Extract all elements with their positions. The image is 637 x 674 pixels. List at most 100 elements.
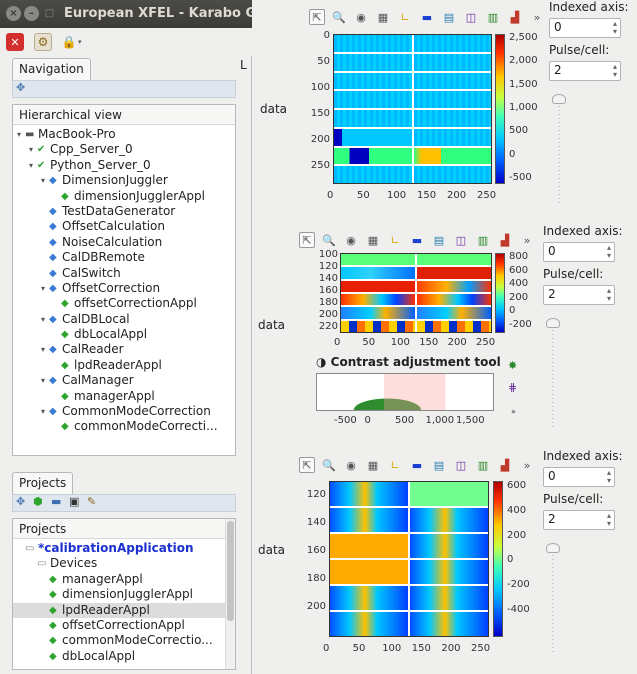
expand-arrow-icon[interactable]: ▾ [41,342,45,357]
lock-icon[interactable]: 🔒 [60,33,78,51]
pointer-icon[interactable]: ⇱ [299,457,315,473]
tree-item[interactable]: ▭ *calibrationApplication [13,541,235,556]
expand-arrow-icon[interactable]: ▾ [29,158,33,173]
pulse-cell-spinbox[interactable]: 2 ▴ ▾ [543,510,615,530]
open-project-icon[interactable]: ⬢ [33,495,43,508]
roi-tool-icon[interactable]: ▟ [507,9,523,25]
expand-arrow-icon[interactable]: ▾ [41,404,45,419]
detector-image-1[interactable] [333,34,492,184]
tree-item[interactable]: ◆ dimensionJugglerAppl [13,587,235,602]
axes-icon[interactable]: ∟ [387,457,403,473]
pointer-icon[interactable]: ⇱ [299,232,315,248]
navigation-filter-bar[interactable]: ✥ [12,80,236,98]
detector-image-3[interactable] [329,481,489,637]
tree-item[interactable]: ◆ NoiseCalculation [13,235,235,250]
hidden-tab-edge[interactable]: L [240,58,247,72]
expand-arrow-icon[interactable]: ▾ [41,281,45,296]
tree-item[interactable]: ◆ commonModeCorrecti... [13,419,235,434]
projects-scroll-thumb[interactable] [227,521,234,621]
expand-arrow-icon[interactable]: ▾ [17,127,21,142]
move-icon[interactable]: ✥ [16,81,25,94]
histogram-icon[interactable]: ▥ [475,457,491,473]
colorbar-2[interactable] [495,253,505,333]
tree-item[interactable]: ▾ ◆ CalDBLocal [13,312,235,327]
tree-item[interactable]: ◆ offsetCorrectionAppl [13,296,235,311]
spinner-arrows-icon[interactable]: ▴ ▾ [613,20,617,36]
roi-icon[interactable]: ◉ [353,9,369,25]
tab-projects[interactable]: Projects [12,472,74,494]
colormap-icon[interactable]: ▬ [409,457,425,473]
close-red-icon[interactable]: ✕ [6,33,24,51]
roi-tool-icon[interactable]: ⋕ [508,381,517,394]
zoom-icon[interactable]: 🔍 [321,457,337,473]
aux-plot-icon[interactable]: ◫ [453,457,469,473]
tab-navigation[interactable]: Navigation [12,58,91,80]
zoom-icon[interactable]: 🔍 [321,232,337,248]
zoom-icon[interactable]: 🔍 [331,9,347,25]
axes-icon[interactable]: ∟ [397,9,413,25]
axes-icon[interactable]: ∟ [387,232,403,248]
histogram-icon[interactable]: ▥ [475,232,491,248]
grid-icon[interactable]: ▦ [365,232,381,248]
window-close-button[interactable]: × [6,6,21,21]
pulse-cell-spinbox[interactable]: 2 ▴ ▾ [549,61,621,81]
pointer-icon[interactable]: ⇱ [309,9,325,25]
tree-item[interactable]: ▾ ◆ CalManager [13,373,235,388]
roi-tool-icon[interactable]: ▟ [497,457,513,473]
tree-item[interactable]: ▾ ◆ OffsetCorrection [13,281,235,296]
tree-item[interactable]: ◆ CalSwitch [13,266,235,281]
expand-arrow-icon[interactable]: ▾ [41,173,45,188]
expand-arrow-icon[interactable]: ▾ [41,373,45,388]
tree-item[interactable]: ◆ CalDBRemote [13,250,235,265]
projects-scrollbar[interactable] [225,519,235,669]
tree-item[interactable]: ◆ commonModeCorrectio... [13,633,235,648]
more-icon[interactable]: » [519,457,535,473]
export-icon[interactable]: ▤ [431,232,447,248]
export-icon[interactable]: ▤ [441,9,457,25]
tree-item[interactable]: ▾ ✔ Python_Server_0 [13,158,235,173]
spinner-arrows-icon[interactable]: ▴ ▾ [607,287,611,303]
roi-tool-icon[interactable]: ▟ [497,232,513,248]
pulse-slider-1[interactable] [549,94,569,204]
tree-item[interactable]: ◆ TestDataGenerator [13,204,235,219]
slider-handle[interactable] [546,543,560,553]
more-icon[interactable]: » [529,9,545,25]
pulse-slider-2[interactable] [543,318,563,430]
tree-item[interactable]: ▾ ▬ MacBook-Pro [13,127,235,142]
spinner-arrows-icon[interactable]: ▴ ▾ [607,512,611,528]
tree-item[interactable]: ▾ ✔ Cpp_Server_0 [13,142,235,157]
grid-icon[interactable]: ▦ [365,457,381,473]
expand-arrow-icon[interactable]: ▾ [29,142,33,157]
save-as-icon[interactable]: ▣ [69,495,79,508]
tree-item[interactable]: ◆ dimensionJugglerAppl [13,189,235,204]
tree-item[interactable]: ▾ ◆ DimensionJuggler [13,173,235,188]
tree-item[interactable]: ▭ Devices [13,556,235,571]
detector-image-2[interactable] [340,253,492,333]
tree-item[interactable]: ◆ OffsetCalculation [13,219,235,234]
histogram-tool-icon[interactable]: ✸ [508,359,517,372]
tree-item[interactable]: ▾ ◆ CommonModeCorrection [13,404,235,419]
tree-item[interactable]: ◆ lpdReaderAppl [13,602,235,618]
tree-item[interactable]: ◆ lpdReaderAppl [13,358,235,373]
colorbar-1[interactable] [495,34,505,184]
roi-icon[interactable]: ◉ [343,232,359,248]
tree-item[interactable]: ◆ managerAppl [13,572,235,587]
new-project-icon[interactable]: ✥ [16,495,25,508]
tree-item[interactable]: ◆ dbLocalAppl [13,649,235,664]
save-icon[interactable]: ▬ [51,495,61,508]
colormap-icon[interactable]: ▬ [419,9,435,25]
gears-icon[interactable]: ⚙ [34,33,52,51]
tree-item[interactable]: ▾ ◆ CalReader [13,342,235,357]
export-icon[interactable]: ▤ [431,457,447,473]
more-icon[interactable]: » [519,232,535,248]
window-minimize-button[interactable]: – [24,6,39,21]
pulse-slider-3[interactable] [543,543,563,655]
grid-icon[interactable]: ▦ [375,9,391,25]
window-maximize-button[interactable]: □ [42,6,57,21]
indexed-axis-spinbox[interactable]: 0 ▴ ▾ [549,18,621,38]
tree-item[interactable]: ◆ dbLocalAppl [13,327,235,342]
aux-plot-icon[interactable]: ◫ [463,9,479,25]
slider-handle[interactable] [552,94,566,104]
aux-plot-icon[interactable]: ◫ [453,232,469,248]
colorbar-3[interactable] [493,481,503,637]
